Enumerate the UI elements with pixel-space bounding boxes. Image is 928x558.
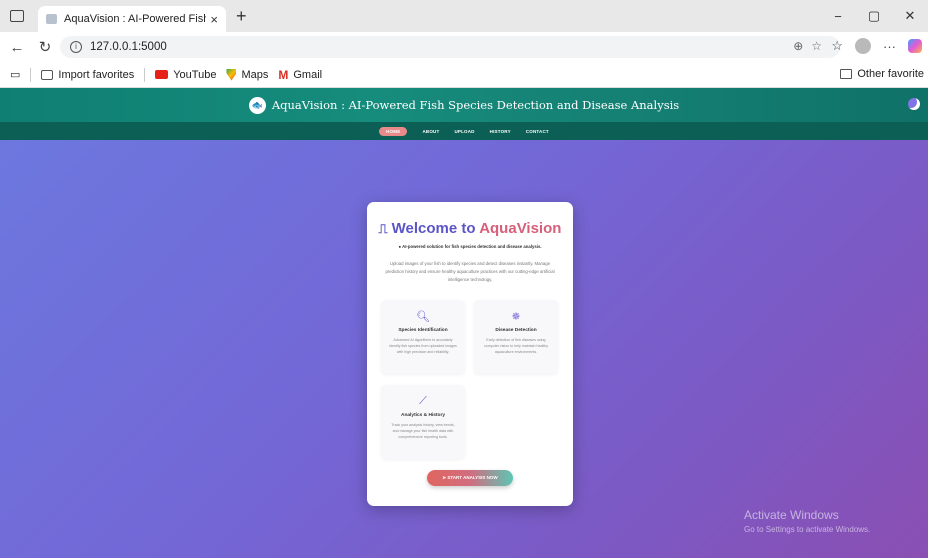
- new-tab-button[interactable]: +: [236, 6, 247, 27]
- url-text: 127.0.0.1:5000: [90, 41, 167, 53]
- folder-icon: [840, 69, 853, 79]
- activate-windows-title: Activate Windows: [744, 508, 839, 522]
- nav-home[interactable]: HOME: [379, 126, 408, 136]
- favorite-youtube[interactable]: YouTube: [155, 69, 216, 81]
- welcome-card: ⎍ Welcome to AquaVision ● AI-powered solu…: [367, 202, 573, 506]
- favorite-import[interactable]: Import favorites: [41, 69, 134, 81]
- gmail-icon: M: [278, 67, 289, 82]
- tab-close-icon[interactable]: ×: [210, 12, 218, 27]
- minimize-button[interactable]: −: [820, 9, 856, 24]
- welcome-prefix: Welcome to: [391, 220, 480, 237]
- nav-upload[interactable]: UPLOAD: [454, 129, 474, 134]
- feature-description: Early detection of fish diseases using c…: [483, 338, 549, 354]
- welcome-brand: AquaVision: [479, 220, 562, 237]
- browser-toolbar-right: ☆ ···: [831, 38, 922, 54]
- tab-actions-icon[interactable]: [10, 10, 24, 22]
- favorites-icon[interactable]: ☆: [831, 38, 843, 54]
- other-favorites-label: Other favorite: [857, 68, 924, 80]
- favorites-divider: [30, 67, 32, 82]
- tab-title: AquaVision : AI-Powered Fish Spe: [64, 13, 207, 25]
- feature-analytics-history: ⟋ Analytics & History Track your analysi…: [381, 385, 465, 459]
- page-viewport: 🐟 AquaVision : AI-Powered Fish Species D…: [0, 88, 928, 558]
- virus-icon: ✵: [511, 311, 521, 323]
- site-favicon-icon: [46, 14, 57, 24]
- close-window-button[interactable]: ✕: [892, 8, 928, 24]
- other-favorites[interactable]: Other favorite: [840, 68, 924, 80]
- feature-description: Advanced AI algorithms to accurately ide…: [389, 338, 457, 354]
- welcome-subtitle: ● AI-powered solution for fish species d…: [367, 244, 573, 249]
- back-button[interactable]: ←: [6, 39, 28, 56]
- feature-title: Analytics & History: [401, 413, 445, 418]
- search-icon: 🔍︎: [416, 311, 430, 323]
- feature-title: Species Identification: [398, 328, 448, 333]
- maximize-button[interactable]: ▢: [856, 8, 892, 24]
- browser-tab[interactable]: AquaVision : AI-Powered Fish Spe ×: [38, 6, 226, 32]
- start-analysis-label: START ANALYSIS NOW: [447, 475, 498, 480]
- favorite-maps[interactable]: Maps: [226, 68, 269, 81]
- site-header: 🐟 AquaVision : AI-Powered Fish Species D…: [0, 88, 928, 122]
- site-info-icon[interactable]: i: [70, 41, 82, 53]
- chart-icon: ⟋: [419, 395, 427, 407]
- welcome-heading: ⎍ Welcome to AquaVision: [367, 220, 573, 237]
- window-controls: − ▢ ✕: [820, 0, 928, 32]
- zoom-and-favorite-icons[interactable]: ⊕☆: [793, 39, 830, 53]
- nav-contact[interactable]: CONTACT: [526, 129, 549, 134]
- feature-disease-detection: ✵ Disease Detection Early detection of f…: [474, 300, 558, 374]
- address-bar-row: ← ↻ i 127.0.0.1:5000 ⊕☆ ☆ ···: [0, 32, 928, 62]
- feature-title: Disease Detection: [495, 328, 537, 333]
- favorite-label: Import favorites: [58, 68, 135, 81]
- favorites-divider: [144, 67, 146, 82]
- favorite-label: YouTube: [173, 68, 217, 81]
- profile-avatar[interactable]: [855, 38, 871, 54]
- copilot-icon[interactable]: [908, 39, 922, 53]
- import-icon: [41, 69, 54, 80]
- welcome-description: Upload images of your fish to identify s…: [385, 261, 555, 282]
- nav-history[interactable]: HISTORY: [490, 129, 511, 134]
- refresh-button[interactable]: ↻: [34, 38, 56, 56]
- browser-tabbar: AquaVision : AI-Powered Fish Spe × + − ▢…: [0, 0, 928, 32]
- url-field[interactable]: i 127.0.0.1:5000 ⊕☆: [60, 36, 840, 58]
- favorite-gmail[interactable]: M Gmail: [278, 68, 322, 82]
- reading-view-icon[interactable]: ▭: [10, 68, 20, 81]
- youtube-icon: [155, 70, 169, 79]
- favorites-bar: ▭ Import favorites YouTube Maps M Gmail …: [0, 62, 928, 88]
- maps-icon: [226, 68, 237, 81]
- feature-species-identification: 🔍︎ Species Identification Advanced AI al…: [381, 300, 465, 374]
- site-title: AquaVision : AI-Powered Fish Species Det…: [271, 98, 680, 112]
- activate-windows-subtitle: Go to Settings to activate Windows.: [744, 525, 871, 534]
- more-options-icon[interactable]: ···: [883, 39, 896, 54]
- favorite-label: Gmail: [293, 68, 323, 81]
- fish-logo-icon: 🐟: [248, 96, 266, 114]
- favorite-label: Maps: [241, 68, 269, 81]
- theme-toggle-icon[interactable]: [908, 98, 920, 110]
- subtitle-text: AI-powered solution for fish species det…: [402, 244, 542, 249]
- nav-about[interactable]: ABOUT: [422, 129, 439, 134]
- feature-description: Track your analysis history, view trends…: [391, 423, 455, 439]
- activate-windows-watermark: Activate Windows Go to Settings to activ…: [744, 508, 870, 534]
- heartbeat-icon: ⎍: [378, 221, 388, 236]
- start-analysis-button[interactable]: ➤ START ANALYSIS NOW: [427, 470, 513, 486]
- site-nav: HOME ABOUT UPLOAD HISTORY CONTACT: [0, 122, 928, 140]
